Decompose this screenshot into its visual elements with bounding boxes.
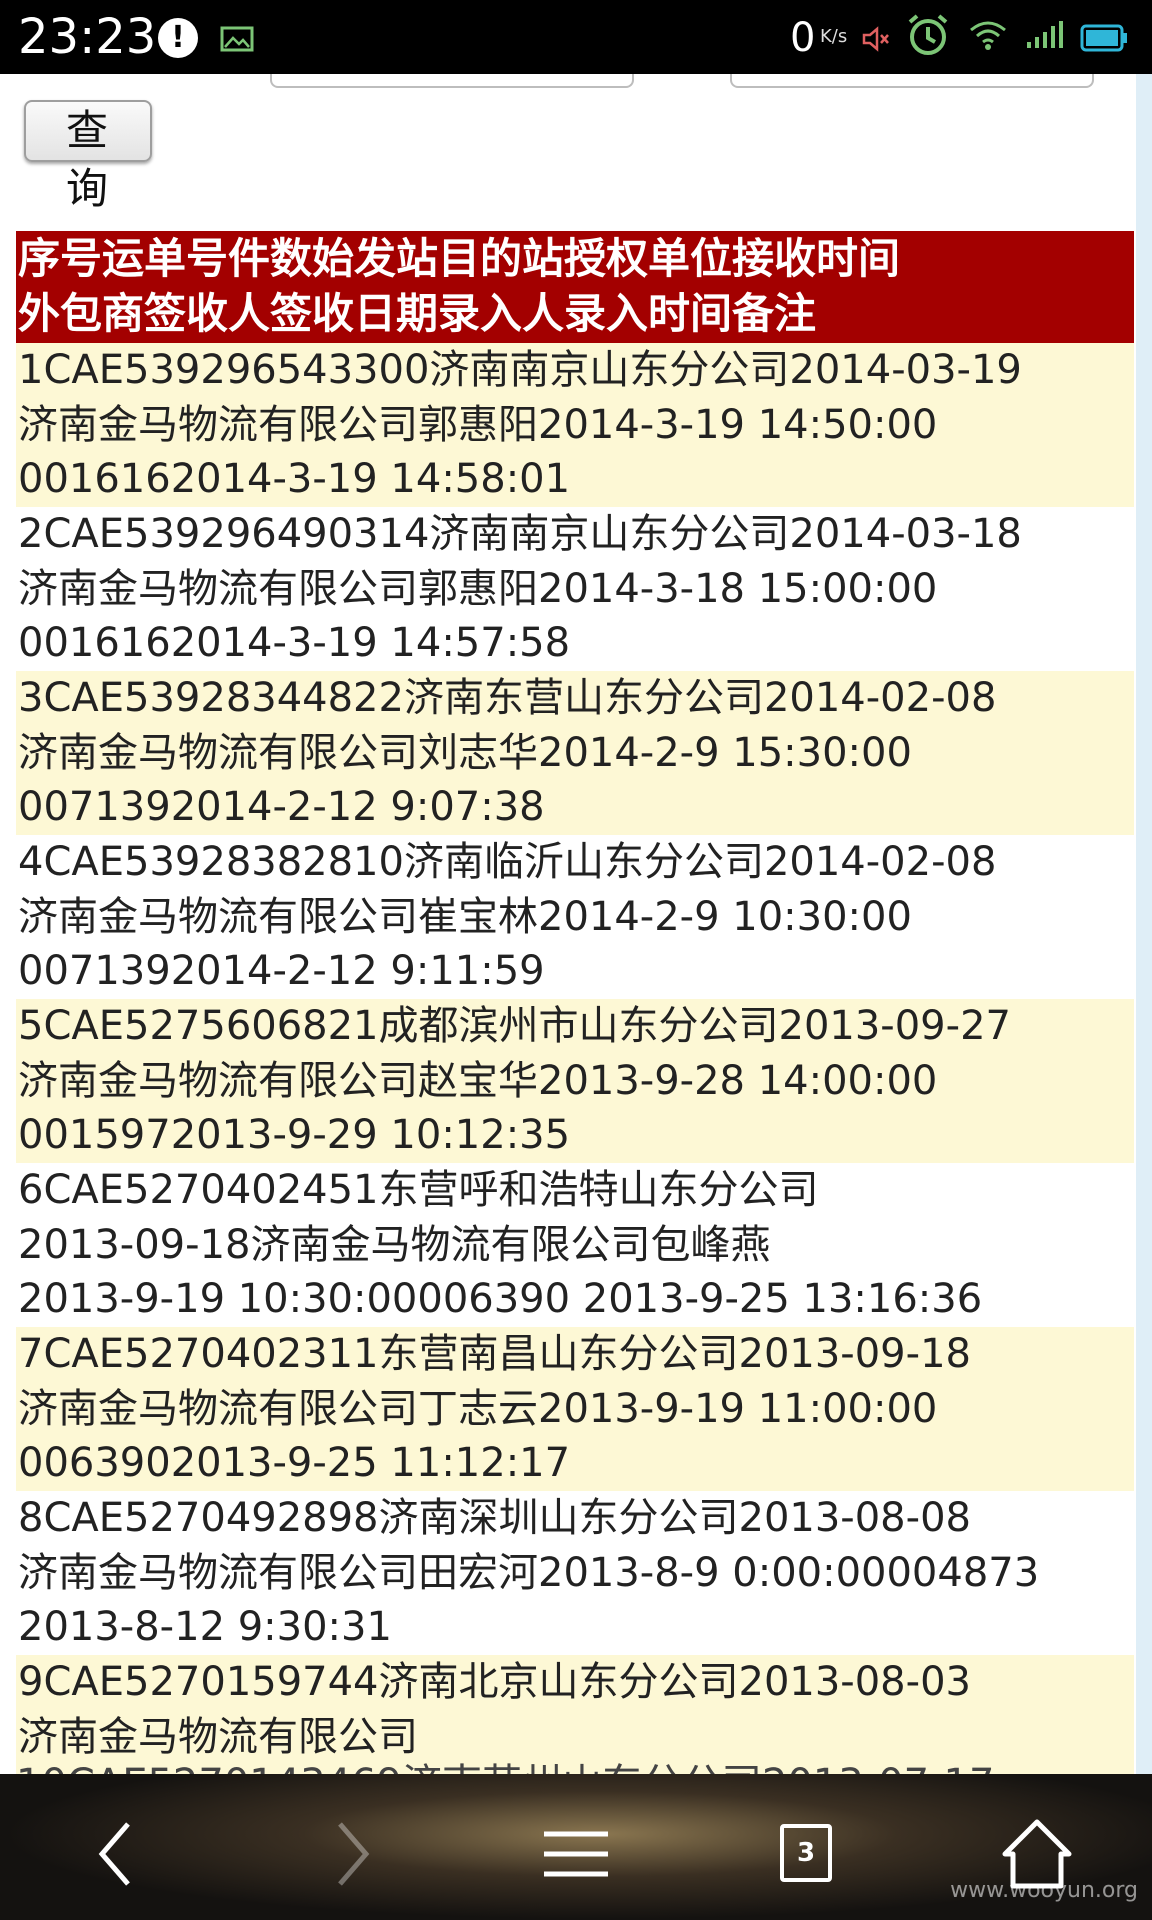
row-text: 2013-8-12 9:30:31 xyxy=(18,1604,392,1650)
table-row: 8CAE5270492898济南深圳山东分公司2013-08-08 济南金马物流… xyxy=(16,1491,1134,1655)
row-text: 8CAE5270492898济南深圳山东分公司2013-08-08 xyxy=(18,1495,971,1541)
row-text: 6CAE5270402451东营呼和浩特山东分公司 xyxy=(18,1167,819,1213)
row-text: 济南金马物流有限公司丁志云2013-9-19 11:00:00 xyxy=(18,1385,938,1432)
row-text: 0016162014-3-19 14:58:01 xyxy=(18,456,571,502)
table-row: 6CAE5270402451东营呼和浩特山东分公司 2013-09-18济南金马… xyxy=(16,1163,1134,1327)
menu-button[interactable] xyxy=(536,1814,616,1894)
status-bar: 23:23 ! 0 K/s xyxy=(0,0,1152,74)
header-line-2: 外包商签收人签收日期录入人录入时间备注 xyxy=(18,289,817,338)
row-text: 4CAE53928382810济南临沂山东分公司2014-02-08 xyxy=(18,839,997,885)
row-text: 济南金马物流有限公司赵宝华2013-9-28 14:00:00 xyxy=(18,1057,938,1104)
row-text: 3CAE53928344822济南东营山东分公司2014-02-08 xyxy=(18,675,997,721)
row-text: 济南金马物流有限公司 xyxy=(18,1713,418,1760)
row-text: 9CAE5270159744济南北京山东分公司2013-08-03 xyxy=(18,1659,971,1705)
query-button[interactable]: 查 询 xyxy=(24,100,152,213)
back-arrow-icon xyxy=(98,1822,130,1886)
row-text: 5CAE5275606821成都滨州市山东分公司2013-09-27 xyxy=(18,1003,1011,1049)
battery-icon xyxy=(1080,24,1128,56)
wifi-icon xyxy=(968,18,1008,56)
browser-nav-bar: 3 www.wooyun.org xyxy=(0,1774,1152,1920)
date-end-input[interactable] xyxy=(730,74,1094,88)
row-text: 0071392014-2-12 9:07:38 xyxy=(18,784,545,830)
net-speed: 0 xyxy=(790,15,816,61)
tabs-button[interactable]: 3 xyxy=(768,1814,848,1894)
table-row-partial: 10CAE5270143469济南苏州山东分公司2013-07-17 xyxy=(16,1757,1134,1774)
alert-icon: ! xyxy=(158,18,198,58)
mute-icon xyxy=(860,24,890,58)
row-text: 2013-09-18济南金马物流有限公司包峰燕 xyxy=(18,1221,771,1268)
table-row: 3CAE53928344822济南东营山东分公司2014-02-08 济南金马物… xyxy=(16,671,1134,835)
row-text: 0016162014-3-19 14:57:58 xyxy=(18,620,571,666)
table-row: 7CAE5270402311东营南昌山东分公司2013-09-18 济南金马物流… xyxy=(16,1327,1134,1491)
waybill-table: 序号运单号件数始发站目的站授权单位接收时间 外包商签收人签收日期录入人录入时间备… xyxy=(16,231,1134,1774)
menu-icon xyxy=(544,1831,608,1877)
row-text: 2013-9-19 10:30:00006390 2013-9-25 13:16… xyxy=(18,1276,983,1322)
watermark: www.wooyun.org xyxy=(950,1878,1138,1903)
row-text: 2CAE539296490314济南南京山东分公司2014-03-18 xyxy=(18,511,1022,557)
web-content: 查 询 序号运单号件数始发站目的站授权单位接收时间 外包商签收人签收日期录入人录… xyxy=(0,74,1152,1774)
row-text: 济南金马物流有限公司郭惠阳2014-3-19 14:50:00 xyxy=(18,401,938,448)
alarm-icon xyxy=(905,12,951,62)
row-text: 1CAE539296543300济南南京山东分公司2014-03-19 xyxy=(18,347,1022,393)
header-line-1: 序号运单号件数始发站目的站授权单位接收时间 xyxy=(18,234,901,283)
date-start-input[interactable] xyxy=(270,74,634,88)
row-text: 0063902013-9-25 11:12:17 xyxy=(18,1440,571,1486)
row-text: 济南金马物流有限公司崔宝林2014-2-9 10:30:00 xyxy=(18,893,912,940)
signal-icon xyxy=(1025,20,1065,54)
net-speed-unit: K/s xyxy=(820,26,848,47)
table-header: 序号运单号件数始发站目的站授权单位接收时间 外包商签收人签收日期录入人录入时间备… xyxy=(16,231,1134,343)
row-text: 济南金马物流有限公司刘志华2014-2-9 15:30:00 xyxy=(18,729,912,776)
row-text: 0015972013-9-29 10:12:35 xyxy=(18,1112,571,1158)
row-text: 0071392014-2-12 9:11:59 xyxy=(18,948,545,994)
forward-arrow-icon xyxy=(338,1822,370,1886)
table-row: 4CAE53928382810济南临沂山东分公司2014-02-08 济南金马物… xyxy=(16,835,1134,999)
scroll-edge xyxy=(1136,74,1152,1774)
back-button[interactable] xyxy=(78,1814,158,1894)
clock: 23:23 xyxy=(18,9,157,65)
table-row: 1CAE539296543300济南南京山东分公司2014-03-19 济南金马… xyxy=(16,343,1134,507)
table-row: 2CAE539296490314济南南京山东分公司2014-03-18 济南金马… xyxy=(16,507,1134,671)
row-text: 济南金马物流有限公司田宏河2013-8-9 0:00:00004873 xyxy=(18,1549,1040,1596)
tab-count-badge: 3 xyxy=(780,1824,832,1882)
row-text: 7CAE5270402311东营南昌山东分公司2013-09-18 xyxy=(18,1331,971,1377)
table-row: 5CAE5275606821成都滨州市山东分公司2013-09-27 济南金马物… xyxy=(16,999,1134,1163)
row-text: 济南金马物流有限公司郭惠阳2014-3-18 15:00:00 xyxy=(18,565,938,612)
image-icon xyxy=(220,26,254,56)
forward-button[interactable] xyxy=(310,1814,390,1894)
